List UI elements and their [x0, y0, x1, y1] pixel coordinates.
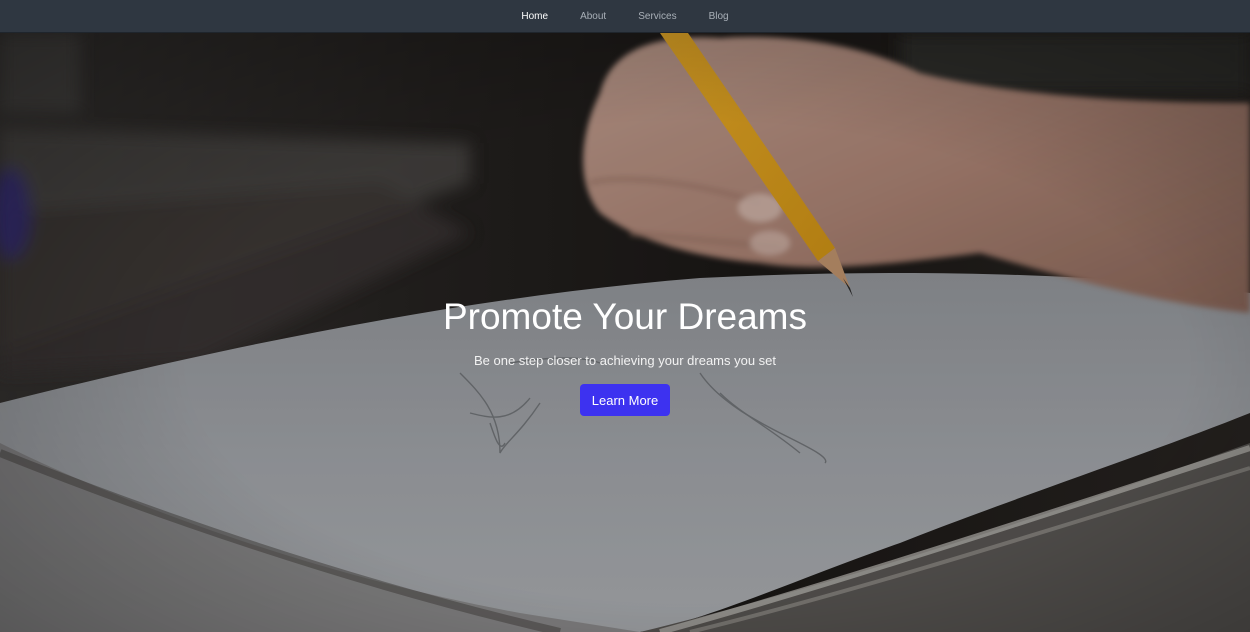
learn-more-button[interactable]: Learn More	[579, 384, 671, 416]
top-navbar: Home About Services Blog	[0, 0, 1250, 33]
nav-blog[interactable]: Blog	[693, 0, 745, 33]
hero-subtitle: Be one step closer to achieving your dre…	[473, 353, 777, 368]
hero-title: Promote Your Dreams	[442, 296, 807, 337]
hero-section: Promote Your Dreams Be one step closer t…	[0, 33, 1250, 632]
nav-about[interactable]: About	[564, 0, 622, 33]
hero-content: Promote Your Dreams Be one step closer t…	[0, 295, 1250, 416]
nav-home[interactable]: Home	[505, 0, 564, 33]
nav-services[interactable]: Services	[622, 0, 692, 33]
